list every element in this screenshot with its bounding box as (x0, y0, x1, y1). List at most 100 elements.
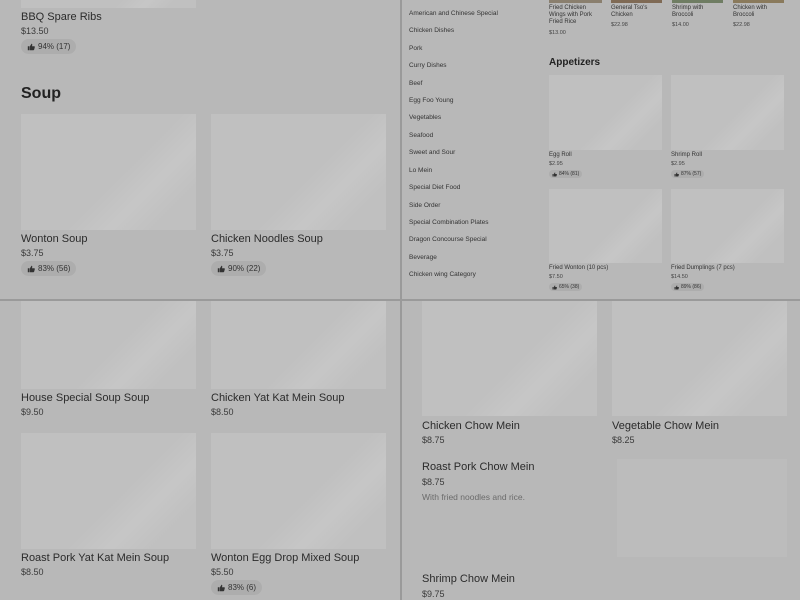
thumbs-up-icon (552, 285, 557, 289)
item-name[interactable]: BBQ Spare Ribs (21, 11, 102, 23)
panel-bottom-left: House Special Soup Soup $9.50 Chicken Ya… (0, 301, 400, 600)
category-item[interactable]: Vegetables (409, 114, 441, 121)
rating-text: 90% (22) (228, 264, 261, 273)
item-name[interactable]: Roast Pork Yat Kat Mein Soup (21, 552, 169, 564)
item-name[interactable]: Fried Wonton (10 pcs) (549, 265, 659, 272)
item-name[interactable]: Shrimp Chow Mein (422, 573, 515, 585)
thumbs-up-icon (217, 265, 225, 272)
item-price: $14.50 (671, 274, 688, 280)
featured-price: $13.00 (549, 30, 566, 36)
rating-text: 84% (81) (559, 171, 580, 177)
rating-text: 65% (38) (559, 284, 580, 290)
category-item[interactable]: Chicken Dishes (409, 27, 454, 34)
category-item[interactable]: Side Order (409, 202, 440, 209)
item-price: $3.75 (211, 248, 234, 258)
chicken-noodles-soup-image[interactable] (211, 114, 386, 230)
item-price: $5.50 (211, 567, 234, 577)
roast-pork-yat-kat-mein-soup-image[interactable] (21, 433, 196, 549)
rating-text: 87% (57) (681, 171, 702, 177)
item-name[interactable]: Roast Pork Chow Mein (422, 461, 535, 473)
category-item[interactable]: Chicken wing Category (409, 271, 476, 278)
chicken-yat-kat-mein-soup-image[interactable] (211, 301, 386, 389)
item-price: $3.75 (21, 248, 44, 258)
item-price: $8.50 (21, 567, 44, 577)
item-name[interactable]: Wonton Soup (21, 233, 87, 245)
category-item[interactable]: Seafood (409, 132, 433, 139)
category-item[interactable]: Dragon Concourse Special (409, 236, 487, 243)
featured-price: $22.98 (733, 22, 750, 28)
rating-badge: 90% (22) (211, 261, 267, 276)
rating-badge: 83% (6) (211, 580, 263, 595)
item-price: $9.75 (422, 589, 445, 599)
item-price: $2.95 (549, 161, 563, 167)
category-item[interactable]: Special Combination Plates (409, 219, 489, 226)
panel-top-left: BBQ Spare Ribs $13.50 94% (17) Soup Wont… (0, 0, 400, 299)
thumbs-up-icon (27, 265, 35, 272)
featured-name[interactable]: Fried Chicken Wings with Pork Fried Rice (549, 5, 604, 26)
featured-name[interactable]: Chicken with Broccoli (733, 5, 783, 19)
category-item[interactable]: Egg Foo Young (409, 97, 453, 104)
thumbs-up-icon (217, 584, 225, 591)
fried-dumplings-image[interactable] (671, 189, 784, 263)
item-price: $7.50 (549, 274, 563, 280)
roast-pork-chow-mein-image[interactable] (617, 459, 787, 557)
item-price: $2.95 (671, 161, 685, 167)
section-title-appetizers: Appetizers (549, 57, 601, 68)
fried-wonton-image[interactable] (549, 189, 662, 263)
item-price: $8.25 (612, 435, 635, 445)
panel-bottom-right: Chicken Chow Mein $8.75 Vegetable Chow M… (402, 301, 800, 600)
category-item[interactable]: Pork (409, 45, 422, 52)
rating-badge: 65% (38) (549, 283, 583, 291)
category-item[interactable]: Sweet and Sour (409, 149, 455, 156)
featured-name[interactable]: General Tso's Chicken (611, 5, 661, 19)
egg-roll-image[interactable] (549, 75, 662, 150)
rating-badge: 87% (57) (671, 170, 705, 178)
rating-badge: 89% (86) (671, 283, 705, 291)
item-name[interactable]: House Special Soup Soup (21, 392, 149, 404)
category-item[interactable]: American and Chinese Special (409, 10, 498, 17)
rating-text: 94% (17) (38, 42, 71, 51)
wonton-soup-image[interactable] (21, 114, 196, 230)
rating-text: 89% (86) (681, 284, 702, 290)
item-price: $9.50 (21, 407, 44, 417)
wonton-egg-drop-mixed-soup-image[interactable] (211, 433, 386, 549)
item-name[interactable]: Chicken Chow Mein (422, 420, 520, 432)
rating-badge: 84% (81) (549, 170, 583, 178)
chicken-chow-mein-image[interactable] (422, 301, 597, 416)
vegetable-chow-mein-image[interactable] (612, 301, 787, 416)
item-price: $8.75 (422, 477, 445, 487)
thumbs-up-icon (552, 172, 557, 176)
item-name[interactable]: Shrimp Roll (671, 152, 781, 159)
featured-image[interactable] (672, 0, 723, 3)
category-item[interactable]: Beverage (409, 254, 437, 261)
item-name[interactable]: Egg Roll (549, 152, 659, 159)
item-price: $8.75 (422, 435, 445, 445)
item-description: With fried noodles and rice. (422, 492, 525, 502)
featured-price: $14.00 (672, 22, 689, 28)
item-name[interactable]: Vegetable Chow Mein (612, 420, 719, 432)
shrimp-roll-image[interactable] (671, 75, 784, 150)
item-name[interactable]: Chicken Yat Kat Mein Soup (211, 392, 345, 404)
featured-name[interactable]: Shrimp with Broccoli (672, 5, 722, 19)
panel-top-right: American and Chinese Special Chicken Dis… (402, 0, 800, 299)
item-name[interactable]: Chicken Noodles Soup (211, 233, 323, 245)
featured-image[interactable] (733, 0, 784, 3)
item-price: $13.50 (21, 26, 49, 36)
item-price: $8.50 (211, 407, 234, 417)
thumbs-up-icon (674, 172, 679, 176)
category-item[interactable]: Special Diet Food (409, 184, 460, 191)
featured-image[interactable] (611, 0, 662, 3)
bbq-spare-ribs-image[interactable] (21, 0, 196, 8)
house-special-soup-image[interactable] (21, 301, 196, 389)
category-item[interactable]: Curry Dishes (409, 62, 447, 69)
section-title-soup: Soup (21, 85, 61, 102)
featured-image[interactable] (549, 0, 602, 3)
featured-price: $22.98 (611, 22, 628, 28)
rating-badge: 83% (56) (21, 261, 77, 276)
category-item[interactable]: Beef (409, 80, 422, 87)
rating-badge: 94% (17) (21, 39, 77, 54)
item-name[interactable]: Fried Dumplings (7 pcs) (671, 265, 781, 272)
thumbs-up-icon (27, 43, 35, 50)
category-item[interactable]: Lo Mein (409, 167, 432, 174)
item-name[interactable]: Wonton Egg Drop Mixed Soup (211, 552, 359, 564)
